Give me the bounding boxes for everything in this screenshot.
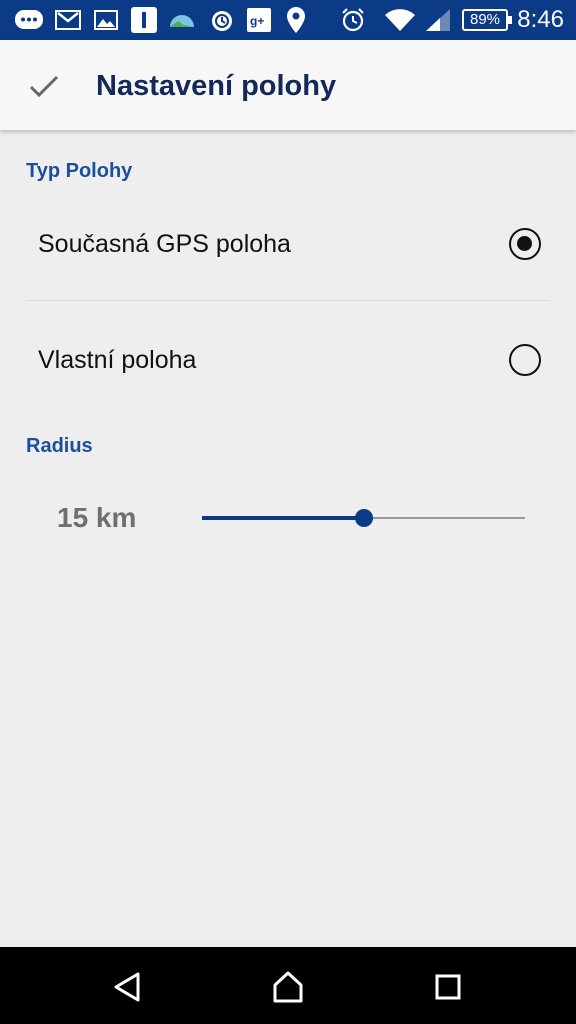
- gmail-icon: [55, 7, 81, 33]
- check-icon: [29, 75, 59, 98]
- gallery-icon: [94, 7, 118, 33]
- radius-value: 15 km: [57, 502, 137, 533]
- signal-icon: [424, 7, 452, 33]
- slider-fill: [202, 516, 364, 520]
- radius-header: Radius: [26, 435, 93, 457]
- status-time: 8:46: [517, 6, 564, 33]
- recents-icon: [435, 974, 461, 1000]
- slider-thumb[interactable]: [354, 509, 373, 527]
- google-plus-icon: g+: [247, 7, 271, 33]
- wifi-icon: [384, 7, 416, 33]
- divider: [26, 300, 550, 301]
- notification-icon: [131, 7, 157, 33]
- confirm-button[interactable]: [20, 62, 68, 110]
- option-label: Současná GPS poloha: [38, 230, 291, 258]
- radio-current-gps[interactable]: [509, 228, 541, 260]
- option-current-gps[interactable]: Současná GPS poloha: [0, 190, 576, 302]
- option-custom-location[interactable]: Vlastní poloha: [0, 305, 576, 417]
- back-button[interactable]: [104, 963, 152, 1011]
- page-title: Nastavení polohy: [96, 70, 337, 102]
- location-icon: [285, 7, 307, 33]
- home-icon: [273, 971, 303, 1003]
- weather-icon: [168, 7, 196, 33]
- option-label: Vlastní poloha: [38, 346, 197, 374]
- radius-slider[interactable]: [202, 505, 525, 531]
- status-bar: g+ 89% 8:46: [0, 0, 576, 40]
- home-button[interactable]: [264, 963, 312, 1011]
- alarm-clock-icon: [340, 7, 366, 33]
- radio-custom-location[interactable]: [509, 344, 541, 376]
- location-type-header: Typ Polohy: [26, 160, 133, 182]
- alarm-app-icon: [209, 7, 235, 33]
- recents-button[interactable]: [424, 963, 472, 1011]
- battery-indicator: 89%: [462, 9, 512, 31]
- back-icon: [114, 972, 140, 1002]
- navigation-bar: [0, 947, 576, 1024]
- svg-text:g+: g+: [250, 14, 264, 28]
- toolbar: Nastavení polohy: [0, 40, 576, 130]
- messages-icon: [14, 7, 44, 33]
